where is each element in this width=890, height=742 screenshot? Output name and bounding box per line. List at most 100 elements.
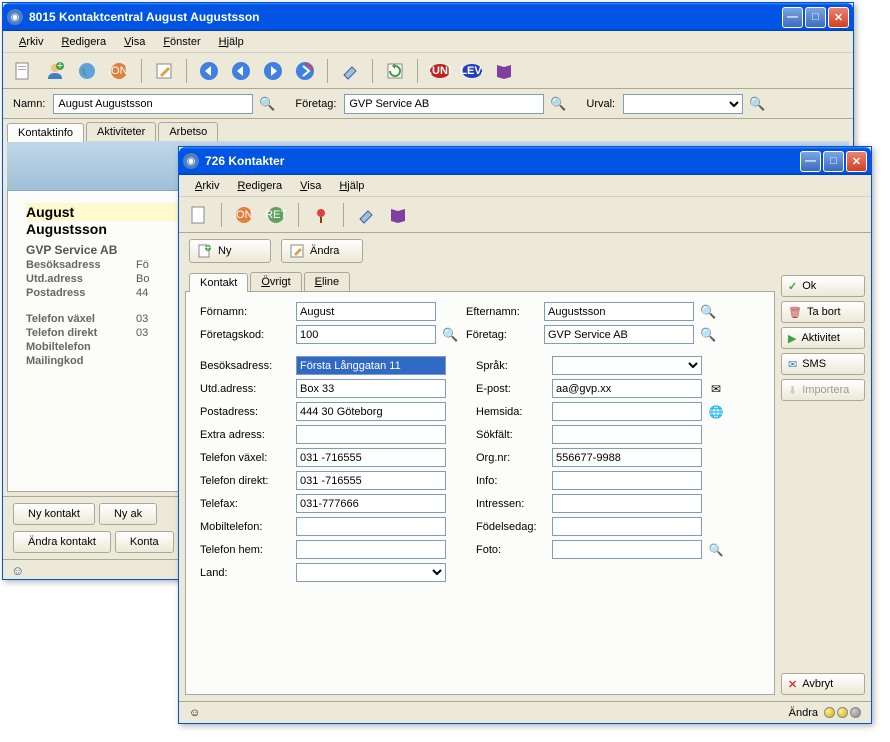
ny-kontakt-button[interactable]: Ny kontakt xyxy=(13,503,95,525)
fornamn-input[interactable] xyxy=(296,302,436,321)
field-input[interactable] xyxy=(552,402,702,421)
field-input[interactable] xyxy=(552,448,702,467)
titlebar[interactable]: ◉ 726 Kontakter — □ ✕ xyxy=(179,147,871,175)
field-input[interactable] xyxy=(296,425,446,444)
mail-icon[interactable]: ✉ xyxy=(708,381,724,397)
tool-pin-icon[interactable] xyxy=(307,201,335,229)
tab-arbetso[interactable]: Arbetso xyxy=(158,122,218,141)
andra-button[interactable]: Ändra xyxy=(281,239,363,263)
sms-button[interactable]: ✉SMS xyxy=(781,353,865,375)
ny-ak-button[interactable]: Ny ak xyxy=(99,503,157,525)
bulb-icon: ☺ xyxy=(189,707,200,719)
card-row-label: Telefon direkt xyxy=(26,327,136,339)
tool-lev-icon[interactable]: LEV. xyxy=(458,57,486,85)
menu-hjalp[interactable]: Hjälp xyxy=(211,34,252,50)
tab-aktiviteter[interactable]: Aktiviteter xyxy=(86,122,156,141)
search-icon[interactable]: 🔍 xyxy=(749,96,765,112)
search-icon[interactable]: 🔍 xyxy=(708,542,724,558)
ny-button[interactable]: +Ny xyxy=(189,239,271,263)
tool-refresh-icon[interactable] xyxy=(381,57,409,85)
field-input[interactable] xyxy=(296,448,446,467)
field-input[interactable] xyxy=(296,540,446,559)
menu-visa[interactable]: Visa xyxy=(116,34,153,50)
field-input[interactable] xyxy=(296,379,446,398)
field-input[interactable] xyxy=(296,402,446,421)
field-input[interactable] xyxy=(296,471,446,490)
tab-ovrigt[interactable]: Övrigt xyxy=(250,272,301,291)
tab-kontakt[interactable]: Kontakt xyxy=(189,273,248,292)
minimize-button[interactable]: — xyxy=(782,7,803,28)
field-input[interactable] xyxy=(552,379,702,398)
tool-new-icon[interactable] xyxy=(185,201,213,229)
field-input[interactable] xyxy=(296,356,446,375)
search-icon[interactable]: 🔍 xyxy=(700,304,716,320)
titlebar[interactable]: ◉ 8015 Kontaktcentral August Augustsson … xyxy=(3,3,853,31)
tabort-button[interactable]: 🗑Ta bort xyxy=(781,301,865,323)
tool-fwd2-icon[interactable] xyxy=(291,57,319,85)
aktivitet-button[interactable]: ▶Aktivitet xyxy=(781,327,865,349)
efternamn-label: Efternamn: xyxy=(466,306,538,318)
tool-kont-icon[interactable]: KONT xyxy=(105,57,133,85)
efternamn-input[interactable] xyxy=(544,302,694,321)
tool-foretag-icon[interactable]: FÖRETAG xyxy=(262,201,290,229)
tool-book-icon[interactable] xyxy=(384,201,412,229)
menu-redigera[interactable]: Redigera xyxy=(229,178,290,194)
tool-globe-icon[interactable] xyxy=(73,57,101,85)
menu-hjalp[interactable]: Hjälp xyxy=(331,178,372,194)
field-label: Besöksadress: xyxy=(200,360,290,372)
tab-kontaktinfo[interactable]: Kontaktinfo xyxy=(7,123,84,142)
field-input[interactable] xyxy=(552,540,702,559)
foretag-input[interactable] xyxy=(544,325,694,344)
tool-fwd-icon[interactable] xyxy=(259,57,287,85)
maximize-button[interactable]: □ xyxy=(823,151,844,172)
foretagskod-input[interactable] xyxy=(296,325,436,344)
ok-button[interactable]: ✓Ok xyxy=(781,275,865,297)
field-input[interactable] xyxy=(552,471,702,490)
menu-arkiv[interactable]: Arkiv xyxy=(11,34,51,50)
menu-arkiv[interactable]: Arkiv xyxy=(187,178,227,194)
konta-button[interactable]: Konta xyxy=(115,531,174,553)
tool-kund-icon[interactable]: KUND xyxy=(426,57,454,85)
svg-text:FÖRETAG: FÖRETAG xyxy=(266,209,286,221)
search-icon[interactable]: 🔍 xyxy=(550,96,566,112)
maximize-button[interactable]: □ xyxy=(805,7,826,28)
tool-kont-icon[interactable]: KONT xyxy=(230,201,258,229)
search-icon[interactable]: 🔍 xyxy=(259,96,275,112)
tool-new-icon[interactable] xyxy=(9,57,37,85)
search-icon[interactable]: 🔍 xyxy=(700,327,716,343)
field-label: Telefax: xyxy=(200,498,290,510)
menu-fonster[interactable]: Fönster xyxy=(155,34,208,50)
web-icon[interactable]: 🌐 xyxy=(708,404,724,420)
contact-form: Förnamn: Efternamn: 🔍 Företagskod: 🔍 För… xyxy=(185,291,775,695)
field-select[interactable] xyxy=(552,356,702,375)
menu-redigera[interactable]: Redigera xyxy=(53,34,114,50)
menu-visa[interactable]: Visa xyxy=(292,178,329,194)
avbryt-button[interactable]: ✕Avbryt xyxy=(781,673,865,695)
search-icon[interactable]: 🔍 xyxy=(442,327,458,343)
company-input[interactable] xyxy=(344,94,544,114)
field-select[interactable] xyxy=(296,563,446,582)
tool-edit-icon[interactable] xyxy=(150,57,178,85)
field-input[interactable] xyxy=(552,425,702,444)
field-input[interactable] xyxy=(296,494,446,513)
tool-user-icon[interactable]: + xyxy=(41,57,69,85)
minimize-button[interactable]: — xyxy=(800,151,821,172)
tool-eraser-icon[interactable] xyxy=(336,57,364,85)
name-input[interactable] xyxy=(53,94,253,114)
close-button[interactable]: ✕ xyxy=(846,151,867,172)
field-input[interactable] xyxy=(552,494,702,513)
urval-select[interactable] xyxy=(623,94,743,114)
field-input[interactable] xyxy=(552,517,702,536)
tool-back-icon[interactable] xyxy=(195,57,223,85)
andra-kontakt-button[interactable]: Ändra kontakt xyxy=(13,531,111,553)
tab-eline[interactable]: Eline xyxy=(304,272,350,291)
tool-back2-icon[interactable] xyxy=(227,57,255,85)
field-label: Postadress: xyxy=(200,406,290,418)
tool-book-icon[interactable] xyxy=(490,57,518,85)
card-row-value: 03 xyxy=(136,327,148,339)
tool-eraser-icon[interactable] xyxy=(352,201,380,229)
card-row-value: Fö xyxy=(136,259,149,271)
close-button[interactable]: ✕ xyxy=(828,7,849,28)
field-input[interactable] xyxy=(296,517,446,536)
card-row-label: Mobiltelefon xyxy=(26,341,136,353)
